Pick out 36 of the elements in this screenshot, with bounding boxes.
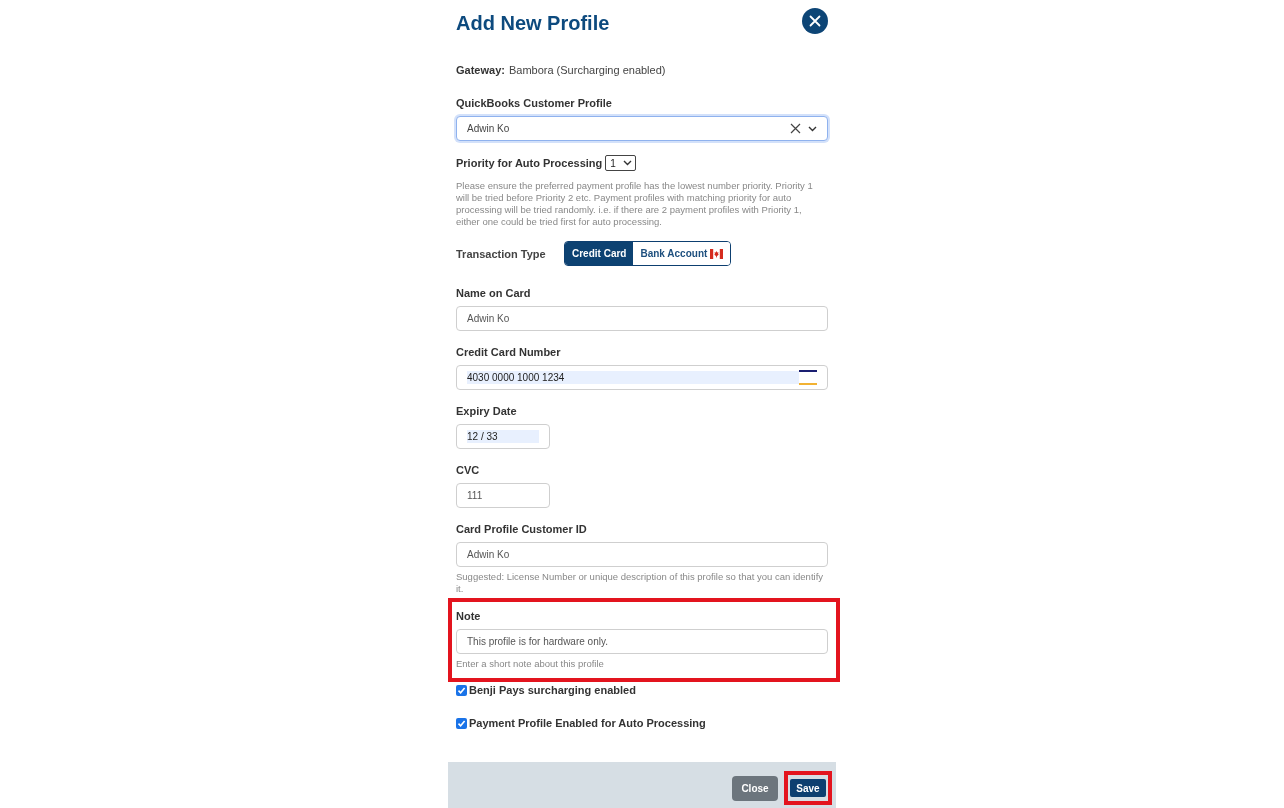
field-label: Priority for Auto Processing <box>456 156 603 170</box>
input-field[interactable]: 12 / 33 <box>456 424 550 449</box>
chevron-down-icon <box>808 125 817 132</box>
input-field[interactable]: Adwin Ko <box>456 306 828 331</box>
field-label: CVC <box>456 463 481 477</box>
gateway-value: Bambora (Surcharging enabled) <box>508 63 666 77</box>
save-button[interactable]: Save <box>790 779 826 797</box>
helper-text: Suggested: License Number or unique description of this profile so that you can identify it. <box>456 571 825 595</box>
close-button[interactable]: Close <box>732 775 778 801</box>
field-label: Expiry Date <box>456 404 518 418</box>
input-field[interactable]: Adwin Ko <box>456 542 828 567</box>
help-text: Please ensure the preferred payment profile has the lowest number priority. Priority 1 will be tried before Priority 2 etc. Payment profiles with matching priority for auto processing will be tried randomly. i.e. if there are 2 payment profiles with Priority 1, either one could be tried first for auto processing. <box>456 180 814 228</box>
input-field[interactable]: This profile is for hardware only. <box>456 629 828 654</box>
card-icon <box>799 370 817 385</box>
priority-select[interactable]: 1 <box>605 155 637 171</box>
checkbox[interactable] <box>456 717 467 729</box>
field-label: Name on Card <box>456 286 532 300</box>
flag-icon <box>710 248 724 259</box>
clear-icon[interactable] <box>790 123 801 134</box>
checkbox[interactable] <box>456 684 467 696</box>
field-label: Credit Card Number <box>456 345 562 359</box>
chevron-down-icon <box>623 160 633 166</box>
field-label: Transaction Type <box>456 246 547 261</box>
checkbox-label: Payment Profile Enabled for Auto Processing <box>469 716 706 730</box>
input-field[interactable]: 4030 0000 1000 1234 <box>456 365 828 390</box>
gateway-label: Gateway: <box>456 63 505 77</box>
segment-button[interactable]: Credit Card <box>565 242 634 265</box>
field-label: Note <box>456 609 482 623</box>
helper-text: Enter a short note about this profile <box>456 658 605 670</box>
checkbox-label: Benji Pays surcharging enabled <box>469 683 636 697</box>
field-label: Card Profile Customer ID <box>456 522 588 536</box>
input-field[interactable]: 111 <box>456 483 550 508</box>
field-label: QuickBooks Customer Profile <box>456 96 613 110</box>
dialog-title: Add New Profile <box>456 11 610 35</box>
select-field[interactable]: Adwin Ko <box>456 116 828 141</box>
close-icon[interactable] <box>802 8 828 34</box>
